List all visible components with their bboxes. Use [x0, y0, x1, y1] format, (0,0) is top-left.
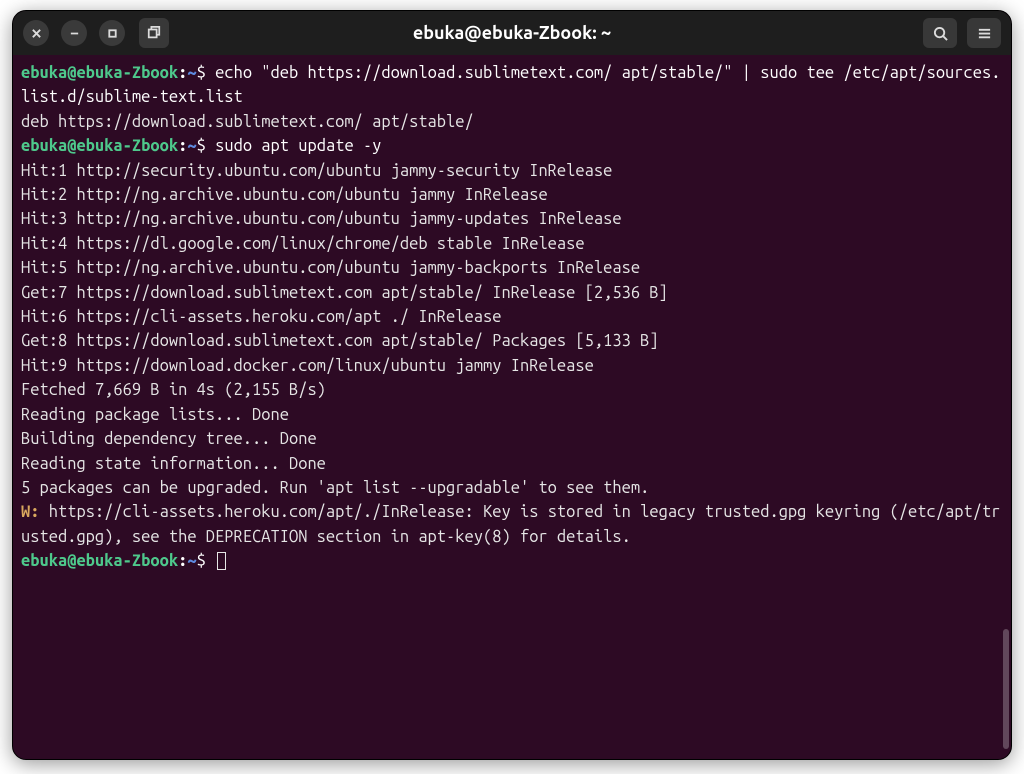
output-line: Reading state information... Done — [21, 455, 326, 473]
prompt-user: ebuka@ebuka-Zbook — [21, 64, 178, 82]
output-line: 5 packages can be upgraded. Run 'apt lis… — [21, 479, 649, 497]
prompt-user: ebuka@ebuka-Zbook — [21, 137, 178, 155]
prompt-colon: : — [178, 64, 187, 82]
output-line: Reading package lists... Done — [21, 406, 289, 424]
titlebar: ebuka@ebuka-Zbook: ~ — [13, 11, 1011, 55]
output-line: Get:8 https://download.sublimetext.com a… — [21, 332, 659, 350]
maximize-icon — [107, 28, 118, 39]
minimize-button[interactable] — [61, 20, 87, 46]
output-line: Hit:9 https://download.docker.com/linux/… — [21, 357, 594, 375]
cursor — [217, 552, 226, 570]
output-line: Hit:3 http://ng.archive.ubuntu.com/ubunt… — [21, 210, 622, 228]
new-tab-icon — [147, 26, 161, 40]
hamburger-icon — [977, 26, 992, 41]
output-line: Fetched 7,669 B in 4s (2,155 B/s) — [21, 381, 326, 399]
menu-button[interactable] — [967, 18, 1001, 48]
output-line: Hit:4 https://dl.google.com/linux/chrome… — [21, 235, 585, 253]
search-button[interactable] — [923, 18, 957, 48]
command-line: sudo apt update -y — [215, 137, 381, 155]
output-line: Hit:1 http://security.ubuntu.com/ubuntu … — [21, 162, 612, 180]
prompt-symbol: $ — [197, 137, 206, 155]
prompt-user: ebuka@ebuka-Zbook — [21, 552, 178, 570]
output-line: Hit:5 http://ng.archive.ubuntu.com/ubunt… — [21, 259, 640, 277]
window-title: ebuka@ebuka-Zbook: ~ — [413, 23, 611, 43]
output-line: Hit:6 https://cli-assets.heroku.com/apt … — [21, 308, 501, 326]
maximize-button[interactable] — [99, 20, 125, 46]
prompt-colon: : — [178, 137, 187, 155]
prompt-symbol: $ — [197, 64, 206, 82]
new-tab-button[interactable] — [139, 18, 169, 48]
output-line: deb https://download.sublimetext.com/ ap… — [21, 113, 474, 131]
warning-text: https://cli-assets.heroku.com/apt/./InRe… — [21, 503, 1000, 545]
close-button[interactable] — [23, 20, 49, 46]
terminal-body[interactable]: ebuka@ebuka-Zbook:~$ echo "deb https://d… — [13, 55, 1011, 759]
close-icon — [31, 28, 42, 39]
output-line: Building dependency tree... Done — [21, 430, 317, 448]
right-controls — [923, 18, 1001, 48]
prompt-colon: : — [178, 552, 187, 570]
warning-prefix: W: — [21, 503, 49, 521]
prompt-path: ~ — [187, 552, 196, 570]
terminal-window: ebuka@ebuka-Zbook: ~ ebuka@ebuka-Zbook:~… — [12, 10, 1012, 760]
prompt-symbol: $ — [197, 552, 206, 570]
search-icon — [933, 26, 948, 41]
minimize-icon — [69, 28, 80, 39]
prompt-path: ~ — [187, 137, 196, 155]
scrollbar[interactable] — [1003, 629, 1009, 749]
prompt-path: ~ — [187, 64, 196, 82]
output-line: Hit:2 http://ng.archive.ubuntu.com/ubunt… — [21, 186, 548, 204]
output-line: Get:7 https://download.sublimetext.com a… — [21, 284, 668, 302]
window-controls — [23, 20, 125, 46]
